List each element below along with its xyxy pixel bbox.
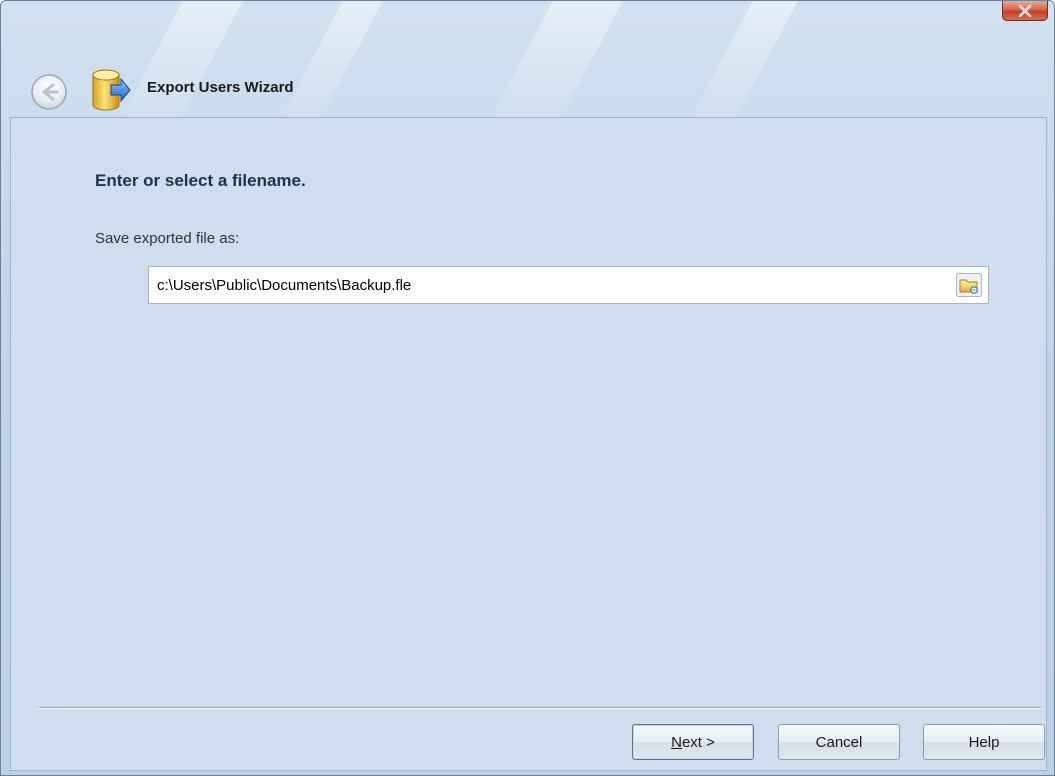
next-mnemonic: N [671, 733, 682, 751]
close-icon [1018, 4, 1032, 17]
title-bar: Export Users Wizard [1, 1, 1054, 117]
back-arrow-icon[interactable] [29, 72, 69, 112]
wizard-window: Export Users Wizard Enter or select a fi… [0, 0, 1055, 776]
next-label: ext > [681, 733, 715, 751]
wizard-header: Export Users Wizard [1, 63, 1054, 115]
folder-browse-icon[interactable] [956, 273, 982, 297]
save-as-label: Save exported file as: [95, 230, 240, 247]
filename-field [148, 266, 989, 304]
filename-input[interactable] [149, 267, 939, 303]
next-button[interactable]: Next > [632, 724, 754, 760]
wizard-page: Enter or select a filename. Save exporte… [10, 117, 1047, 771]
footer-separator [39, 707, 1041, 709]
close-button[interactable] [1002, 1, 1048, 21]
database-export-icon [92, 69, 131, 111]
cancel-button[interactable]: Cancel [778, 724, 900, 760]
wizard-title: Export Users Wizard [147, 79, 294, 96]
page-heading: Enter or select a filename. [95, 171, 306, 190]
help-button[interactable]: Help [923, 724, 1045, 760]
